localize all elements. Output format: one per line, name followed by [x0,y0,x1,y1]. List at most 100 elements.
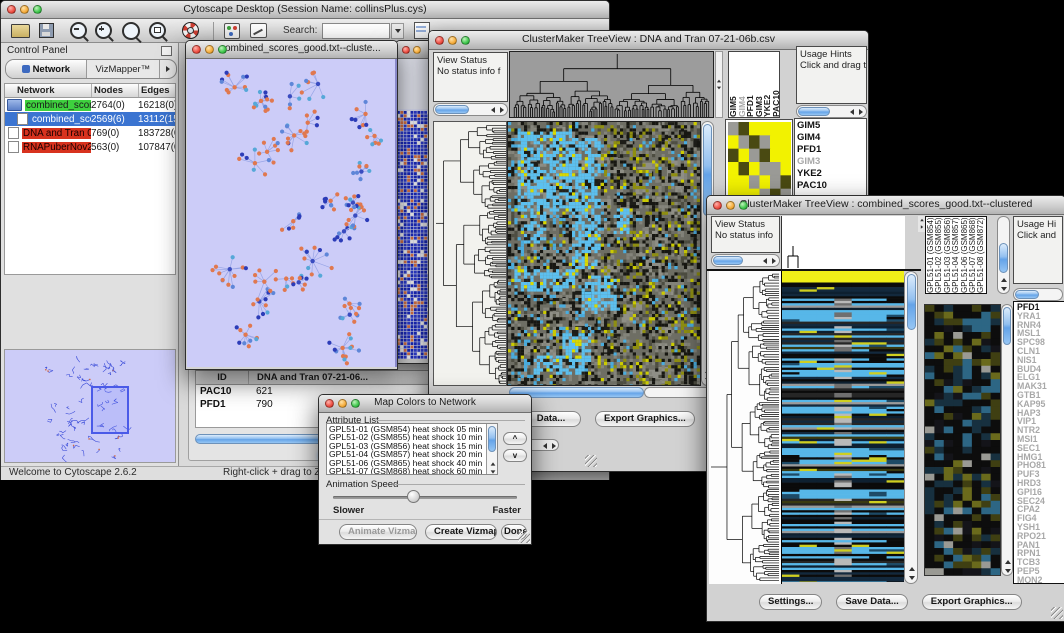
id-column-header[interactable]: ID [196,371,248,384]
animation-speed-slider[interactable] [333,496,517,499]
minimize-button[interactable] [726,201,735,210]
close-button[interactable] [713,201,722,210]
network-row-icon [7,99,22,111]
array-label[interactable]: PAC10 [772,52,781,117]
annotation-icon[interactable] [250,23,267,38]
zoom-fit-icon[interactable] [149,22,166,39]
create-vizmap-button[interactable]: Create Vizmap [425,524,497,540]
zoom-button[interactable] [351,399,360,408]
network-view-title: combined_scores_good.txt--cluste... [220,43,397,54]
close-button[interactable] [325,399,334,408]
zoom-button[interactable] [739,201,748,210]
treeview2-button[interactable]: Export Graphics... [922,594,1022,610]
gene-label[interactable]: YKE2 [797,168,864,180]
move-up-button[interactable]: ^ [503,432,527,445]
resize-grip[interactable] [585,455,597,467]
gene-dendrogram[interactable] [433,121,507,386]
slider-thumb[interactable] [407,490,420,503]
usage-hints-hscrollbar[interactable] [796,105,867,118]
zoom-out-icon[interactable] [70,22,87,39]
view-status-hscrollbar[interactable] [433,103,508,116]
array-label[interactable]: GPL51-08 (GSM872) [976,217,984,293]
tab-network[interactable]: Network [6,60,87,78]
zoom-button[interactable] [218,45,227,54]
close-button[interactable] [192,45,201,54]
network-row[interactable]: DNA and Tran 07 769(0) 183728(0) [5,126,175,140]
treeview1-hscroll-track[interactable] [644,387,714,398]
network-overview-thumbnail[interactable] [4,349,176,463]
treeview2-button[interactable]: Save Data... [836,594,907,610]
treeview2-window: ClusterMaker TreeView : combined_scores_… [706,195,1064,622]
minimize-button[interactable] [205,45,214,54]
minimize-button[interactable] [448,36,457,45]
save-icon[interactable] [39,23,54,38]
minimize-button[interactable] [20,5,29,14]
control-panel-header: Control Panel [7,45,68,56]
network-row-icon [8,141,19,153]
overview-viewport-rect[interactable] [91,386,129,434]
gene-label[interactable]: MON2 [1017,576,1061,584]
view-status-panel: View StatusNo status info f [433,52,508,102]
move-down-button[interactable]: v [503,449,527,462]
network-row[interactable]: combined_sco 2569(6) 13112(15) [5,112,175,126]
main-titlebar[interactable]: Cytoscape Desktop (Session Name: collins… [1,1,609,19]
float-panel-icon[interactable] [161,46,172,56]
search-input[interactable] [322,23,390,39]
array-dendrogram[interactable] [781,216,905,269]
attribute-item[interactable]: GPL51-07 (GSM868) heat shock 60 min [329,467,495,475]
dialog-resize-grip[interactable] [518,531,530,543]
gene-label[interactable]: PFD1 [797,144,864,156]
gene-label[interactable]: GIM3 [797,156,864,168]
gene-label[interactable]: GIM5 [797,120,864,132]
global-view-vscrollbar[interactable] [1001,304,1013,576]
array-labels-panel: GPL51-01 (GSM854)GPL51-02 (GSM855)GPL51-… [925,216,987,294]
close-button[interactable] [7,5,16,14]
network-table-rows: combined_scores 2764(0) 16218(0) combine… [5,98,175,154]
usage-hints-panel: Usage HiClick and [1013,216,1063,284]
network-row[interactable]: RNAPuberNov2+! 563(0) 107847(0) [5,140,175,154]
labels-vscrollbar[interactable] [997,216,1010,294]
search-dropdown-arrow[interactable] [391,23,404,39]
label-mini-arrows[interactable] [918,216,925,232]
minimize-button[interactable] [338,399,347,408]
tab-overflow-arrow[interactable] [160,60,176,78]
treeview2-button[interactable]: Settings... [759,594,822,610]
heatmap-zoom-view[interactable] [781,271,904,584]
treeview2-title: ClusterMaker TreeView : combined_scores_… [707,198,1064,210]
heatmap-vscrollbar[interactable] [904,271,918,584]
network-row-icon [8,127,19,139]
gene-label[interactable]: PAC10 [797,180,864,192]
view-status-hscrollbar[interactable] [711,254,780,267]
array-label[interactable]: GPL51-06 (GSM865) [960,217,968,293]
resize-grip[interactable] [1051,607,1063,619]
usage-hints-hscrollbar[interactable] [1013,288,1063,301]
zoom-in-icon[interactable] [95,22,112,39]
array-label[interactable]: GPL51-03 (GSM856) [943,217,951,293]
zoom-selected-icon[interactable] [122,22,140,40]
heatmap-zoom-view[interactable] [507,121,701,386]
array-label[interactable]: GPL51-04 (GSM857) [951,217,959,293]
network-row[interactable]: combined_scores 2764(0) 16218(0) [5,98,175,112]
global-view-heatmap[interactable] [924,304,1001,576]
minimize-button[interactable] [413,46,421,54]
network-view-window: combined_scores_good.txt--cluste... [185,40,398,370]
close-button[interactable] [435,36,444,45]
animate-vizmap-button[interactable]: Animate Vizmap [339,524,417,540]
open-file-icon[interactable] [11,24,30,38]
zoom-button[interactable] [461,36,470,45]
array-dendrogram[interactable] [509,51,714,118]
help-ring-icon[interactable] [182,22,199,39]
gene-labels-panel: PFD1YRA1RNR4MSL1SPC98CLN1NIS1BUD4ELG1MAK… [1013,301,1064,584]
vizmapper-icon[interactable] [224,23,240,39]
attribute-list-vscrollbar[interactable] [486,424,497,475]
array-label[interactable]: GPL51-02 (GSM855) [934,217,942,293]
tab-vizmapper[interactable]: VizMapper™ [87,60,160,78]
close-button[interactable] [402,46,410,54]
zoom-button[interactable] [33,5,42,14]
treeview1-button[interactable]: Export Graphics... [595,411,695,427]
network-canvas[interactable] [187,59,397,367]
gene-dendrogram[interactable] [709,271,781,584]
dendro-mini-arrows[interactable] [715,51,723,118]
network-table-header[interactable]: Network Nodes Edges [5,84,175,98]
gene-label[interactable]: GIM4 [797,132,864,144]
